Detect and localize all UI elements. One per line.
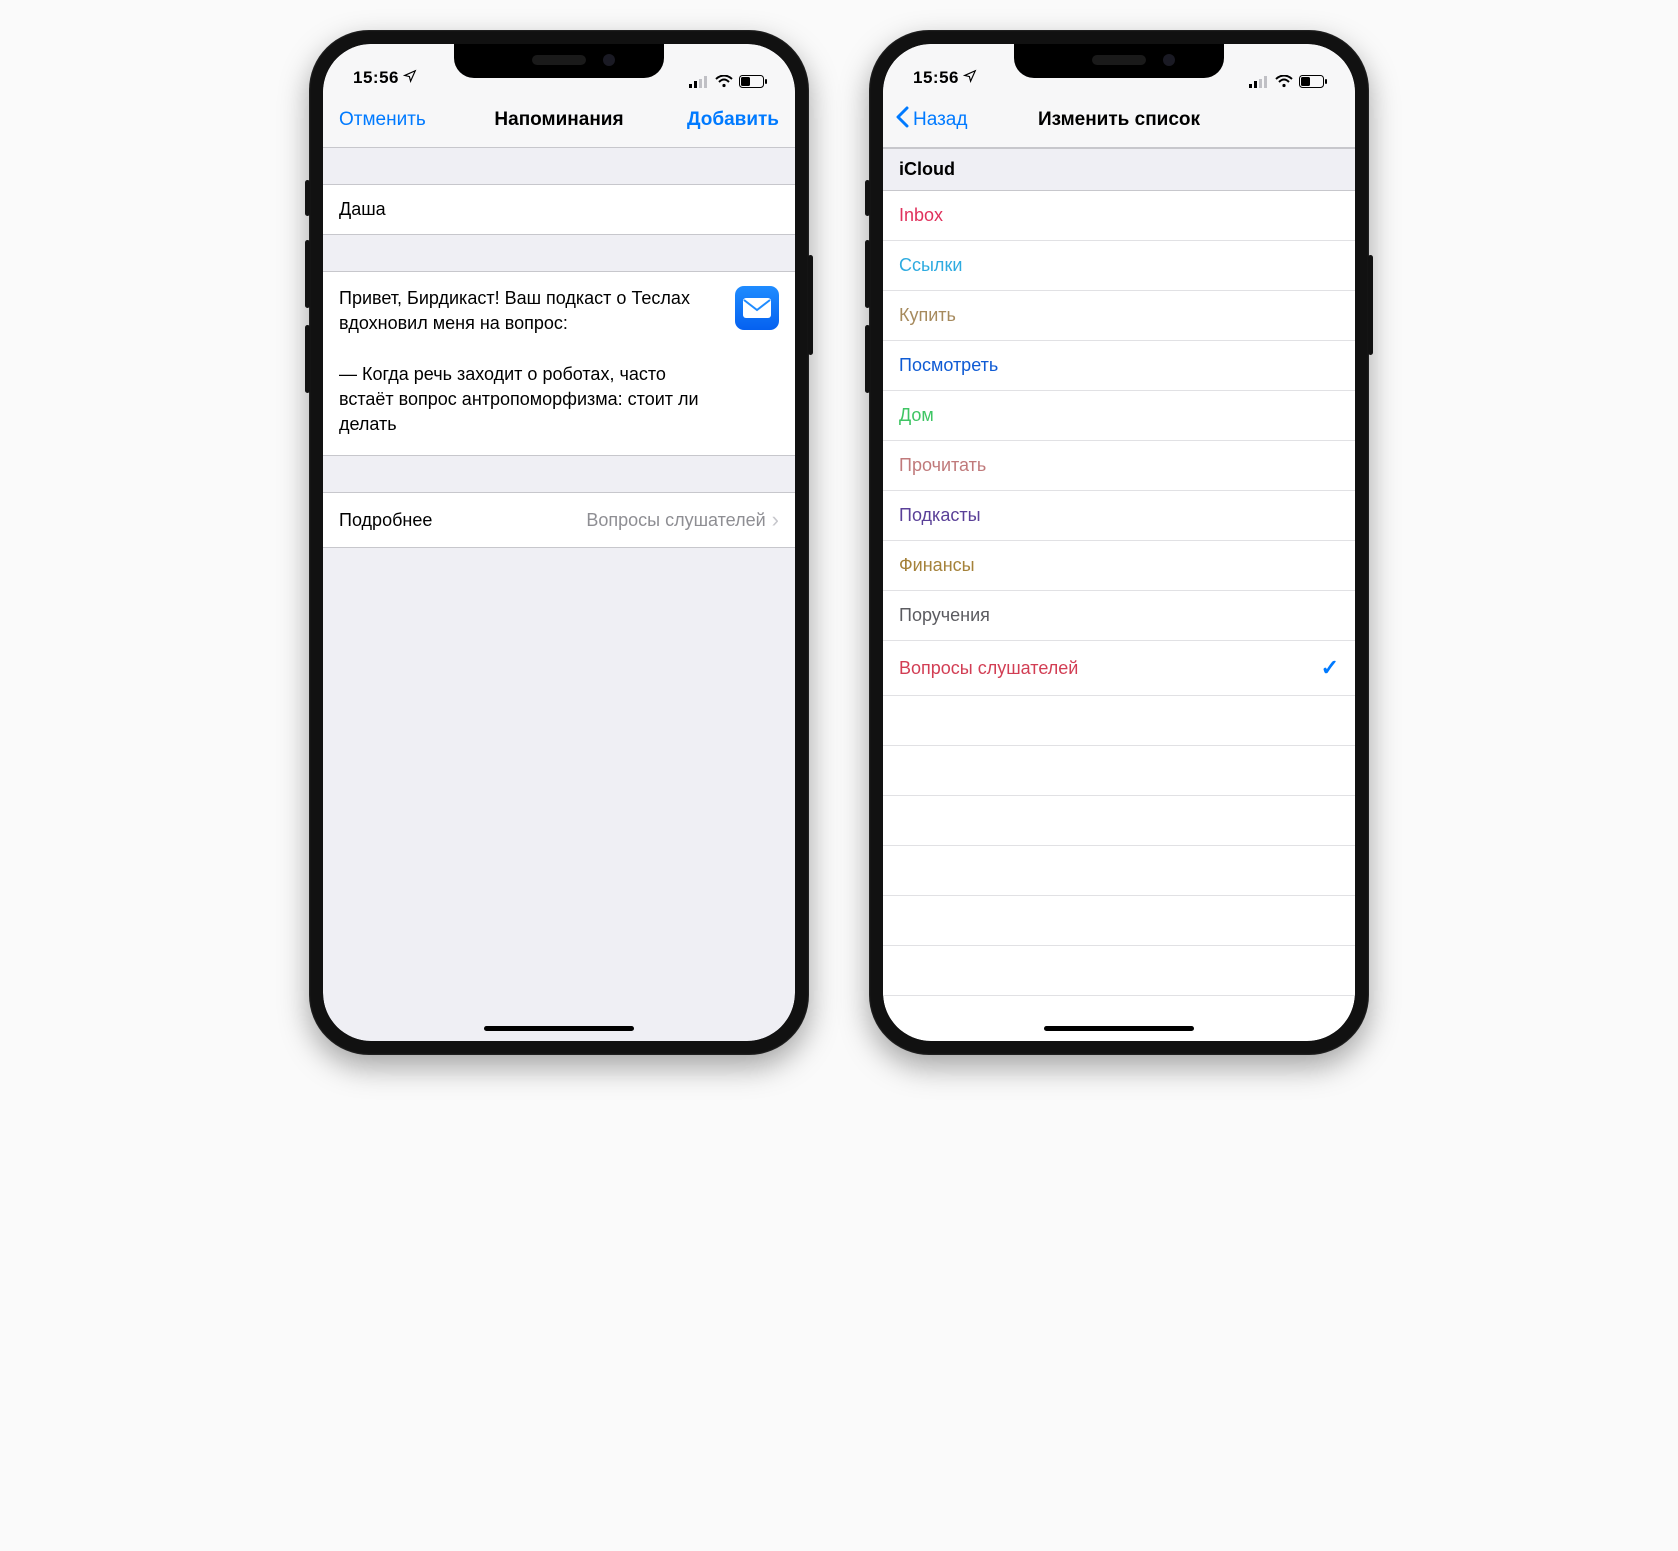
notch — [1014, 44, 1224, 78]
side-button — [865, 240, 870, 308]
list-name: Прочитать — [899, 455, 986, 476]
side-button — [808, 255, 813, 355]
battery-icon — [739, 75, 767, 88]
empty-row — [883, 746, 1355, 796]
cell-signal-icon — [1249, 76, 1269, 88]
list-row[interactable]: Ссылки — [883, 241, 1355, 291]
notch — [454, 44, 664, 78]
reminder-note-cell[interactable]: Привет, Бирдикаст! Ваш подкаст о Теслах … — [323, 271, 795, 456]
list-row[interactable]: Купить — [883, 291, 1355, 341]
nav-bar: Назад Изменить список — [883, 92, 1355, 148]
location-arrow-icon — [963, 68, 977, 88]
list-row[interactable]: Финансы — [883, 541, 1355, 591]
list-row[interactable]: Дом — [883, 391, 1355, 441]
details-value: Вопросы слушателей — [586, 510, 765, 531]
home-indicator[interactable] — [484, 1026, 634, 1031]
back-button[interactable]: Назад — [883, 92, 983, 147]
section-header: iCloud — [883, 148, 1355, 191]
cancel-button[interactable]: Отменить — [323, 92, 442, 147]
reminder-title-text: Даша — [339, 199, 386, 220]
details-row[interactable]: Подробнее Вопросы слушателей › — [323, 492, 795, 548]
list-name: Inbox — [899, 205, 943, 226]
side-button — [305, 240, 310, 308]
empty-row — [883, 946, 1355, 996]
side-button — [865, 180, 870, 216]
phone-frame-left: 15:56 — [309, 30, 809, 1055]
reminder-note-text: Привет, Бирдикаст! Ваш подкаст о Теслах … — [339, 286, 725, 437]
chevron-right-icon: › — [772, 507, 779, 533]
wifi-icon — [1275, 75, 1293, 88]
phone-frame-right: 15:56 — [869, 30, 1369, 1055]
list-row[interactable]: Посмотреть — [883, 341, 1355, 391]
list-row[interactable]: Прочитать — [883, 441, 1355, 491]
list-name: Подкасты — [899, 505, 981, 526]
nav-title: Напоминания — [494, 109, 623, 131]
list-name: Посмотреть — [899, 355, 998, 376]
list-name: Финансы — [899, 555, 975, 576]
home-indicator[interactable] — [1044, 1026, 1194, 1031]
side-button — [865, 325, 870, 393]
list-name: Вопросы слушателей — [899, 658, 1078, 679]
side-button — [1368, 255, 1373, 355]
nav-title: Изменить список — [1038, 109, 1200, 131]
list-row[interactable]: Подкасты — [883, 491, 1355, 541]
battery-icon — [1299, 75, 1327, 88]
nav-bar: Отменить Напоминания Добавить — [323, 92, 795, 148]
list-row[interactable]: Inbox — [883, 191, 1355, 241]
status-time: 15:56 — [913, 68, 959, 88]
list-name: Поручения — [899, 605, 990, 626]
empty-row — [883, 896, 1355, 946]
add-button[interactable]: Добавить — [671, 92, 795, 147]
reminder-title-field[interactable]: Даша — [323, 184, 795, 235]
side-button — [305, 180, 310, 216]
wifi-icon — [715, 75, 733, 88]
empty-row — [883, 796, 1355, 846]
chevron-left-icon — [895, 106, 909, 134]
cell-signal-icon — [689, 76, 709, 88]
side-button — [305, 325, 310, 393]
list-row[interactable]: Поручения — [883, 591, 1355, 641]
list-row[interactable]: Вопросы слушателей ✓ — [883, 641, 1355, 696]
mail-app-icon[interactable] — [735, 286, 779, 330]
list-name: Ссылки — [899, 255, 962, 276]
list-name: Купить — [899, 305, 956, 326]
location-arrow-icon — [403, 68, 417, 88]
checkmark-icon: ✓ — [1321, 655, 1339, 681]
content-area[interactable]: Даша Привет, Бирдикаст! Ваш подкаст о Те… — [323, 148, 795, 1041]
status-time: 15:56 — [353, 68, 399, 88]
content-area[interactable]: iCloud Inbox Ссылки Купить Посмотреть Дом Про… — [883, 148, 1355, 1041]
empty-row — [883, 846, 1355, 896]
empty-row — [883, 696, 1355, 746]
details-label: Подробнее — [339, 510, 432, 531]
list-name: Дом — [899, 405, 934, 426]
